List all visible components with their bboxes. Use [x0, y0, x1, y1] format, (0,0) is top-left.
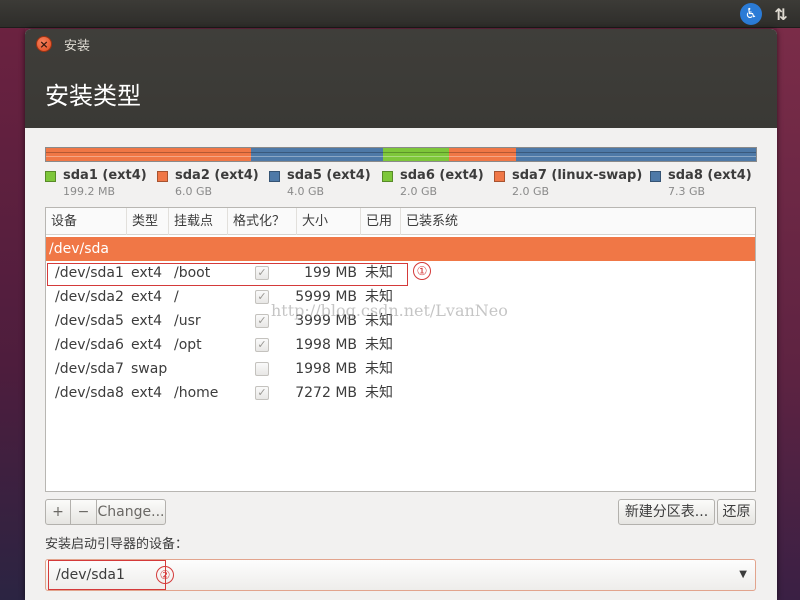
legend-swatch [382, 171, 393, 182]
device-row[interactable]: /dev/sda [46, 237, 755, 261]
cell-type: swap [131, 361, 168, 377]
legend-name: sda6 (ext4) [400, 168, 484, 183]
legend-size: 199.2 MB [63, 185, 116, 198]
format-checkbox[interactable]: ✓ [255, 290, 269, 304]
legend-swatch [650, 171, 661, 182]
desktop-wallpaper-left [0, 28, 25, 600]
legend-size: 2.0 GB [512, 185, 550, 198]
cell-mount: / [174, 289, 179, 305]
annotation-mark-1: ① [413, 262, 431, 280]
cell-device: /dev/sda7 [55, 361, 124, 377]
change-partition-button[interactable]: Change... [97, 499, 166, 525]
table-header: 设备 类型 挂载点 格式化？ 大小 已用 已装系统 [46, 208, 755, 235]
annotation-box-2 [48, 560, 166, 590]
partition-segment-sda5 [251, 148, 384, 161]
bootloader-label: 安装启动引导器的设备： [45, 537, 189, 552]
header-type[interactable]: 类型 [127, 208, 169, 235]
legend-size: 7.3 GB [668, 185, 706, 198]
network-updown-icon[interactable]: ⇅ [770, 3, 792, 25]
legend-size: 2.0 GB [400, 185, 438, 198]
cell-type: ext4 [131, 385, 163, 401]
installer-window: × 安装 安装类型 sda1 (ext4) 199.2 MB sda2 (ext4)… [25, 29, 777, 600]
cell-type: ext4 [131, 289, 163, 305]
partition-legend: sda1 (ext4) 199.2 MB sda2 (ext4) 6.0 GB sda5… [45, 168, 765, 202]
partition-edit-buttons: + − Change... [45, 499, 166, 525]
cell-device: /dev/sda6 [55, 337, 124, 353]
cell-size: 1998 MB [295, 361, 357, 377]
cell-used: 未知 [365, 361, 393, 377]
watermark: http://blog.csdn.net/LvanNeo [271, 301, 508, 320]
legend-swatch [45, 171, 56, 182]
device-name: /dev/sda [49, 241, 109, 257]
partition-segment-sda2 [47, 148, 252, 161]
annotation-box-1 [47, 263, 408, 286]
header-used[interactable]: 已用 [361, 208, 401, 235]
annotation-mark-2: ② [156, 566, 174, 584]
dropdown-arrow-icon: ▼ [739, 569, 747, 580]
partition-segment-sda6 [383, 148, 449, 161]
partition-segment-sda7 [448, 148, 516, 161]
cell-type: ext4 [131, 313, 163, 329]
cell-used: 未知 [365, 385, 393, 401]
cell-mount: /usr [174, 313, 201, 329]
partition-table[interactable]: 设备 类型 挂载点 格式化？ 大小 已用 已装系统 /dev/sda /dev/… [45, 207, 756, 492]
legend-name: sda8 (ext4) [668, 168, 752, 183]
accessibility-icon[interactable]: ♿ [740, 3, 762, 25]
format-checkbox[interactable]: ✓ [255, 338, 269, 352]
header-mount[interactable]: 挂载点 [169, 208, 228, 235]
header-installed-system[interactable]: 已装系统 [401, 208, 755, 235]
legend-size: 4.0 GB [287, 185, 325, 198]
remove-partition-button[interactable]: − [71, 499, 97, 525]
cell-device: /dev/sda8 [55, 385, 124, 401]
cell-used: 未知 [365, 337, 393, 353]
table-row[interactable]: /dev/sda6 ext4/opt ✓ 1998 MB 未知 [46, 333, 755, 357]
cell-type: ext4 [131, 337, 163, 353]
legend-size: 6.0 GB [175, 185, 213, 198]
legend-name: sda7 (linux-swap) [512, 168, 643, 183]
cell-device: /dev/sda2 [55, 289, 124, 305]
legend-name: sda2 (ext4) [175, 168, 259, 183]
legend-name: sda5 (ext4) [287, 168, 371, 183]
legend-swatch [157, 171, 168, 182]
format-checkbox[interactable]: ✓ [255, 314, 269, 328]
legend-swatch [269, 171, 280, 182]
add-partition-button[interactable]: + [45, 499, 71, 525]
revert-button[interactable]: 还原 [717, 499, 756, 525]
header-format[interactable]: 格式化？ [228, 208, 297, 235]
format-checkbox[interactable]: ✓ [255, 386, 269, 400]
close-button[interactable]: × [36, 36, 52, 52]
desktop-wallpaper-right [777, 28, 800, 600]
top-panel: ♿ ⇅ [0, 0, 800, 28]
cell-size: 7272 MB [295, 385, 357, 401]
cell-mount: /home [174, 385, 219, 401]
partition-bar [45, 147, 757, 162]
legend-name: sda1 (ext4) [63, 168, 147, 183]
page-heading: 安装类型 [45, 82, 141, 110]
table-row[interactable]: /dev/sda7 swap 1998 MB 未知 [46, 357, 755, 381]
titlebar: × 安装 安装类型 [25, 29, 777, 128]
table-row[interactable]: /dev/sda8 ext4/home ✓ 7272 MB 未知 [46, 381, 755, 405]
cell-size: 1998 MB [295, 337, 357, 353]
cell-device: /dev/sda5 [55, 313, 124, 329]
header-size[interactable]: 大小 [297, 208, 361, 235]
partition-segment-sda8 [515, 148, 757, 161]
format-checkbox[interactable] [255, 362, 269, 376]
legend-swatch [494, 171, 505, 182]
cell-mount: /opt [174, 337, 202, 353]
window-title: 安装 [64, 39, 91, 54]
header-device[interactable]: 设备 [46, 208, 127, 235]
new-partition-table-button[interactable]: 新建分区表... [618, 499, 715, 525]
bootloader-device-select[interactable]: /dev/sda1 ▼ ② [45, 559, 756, 591]
